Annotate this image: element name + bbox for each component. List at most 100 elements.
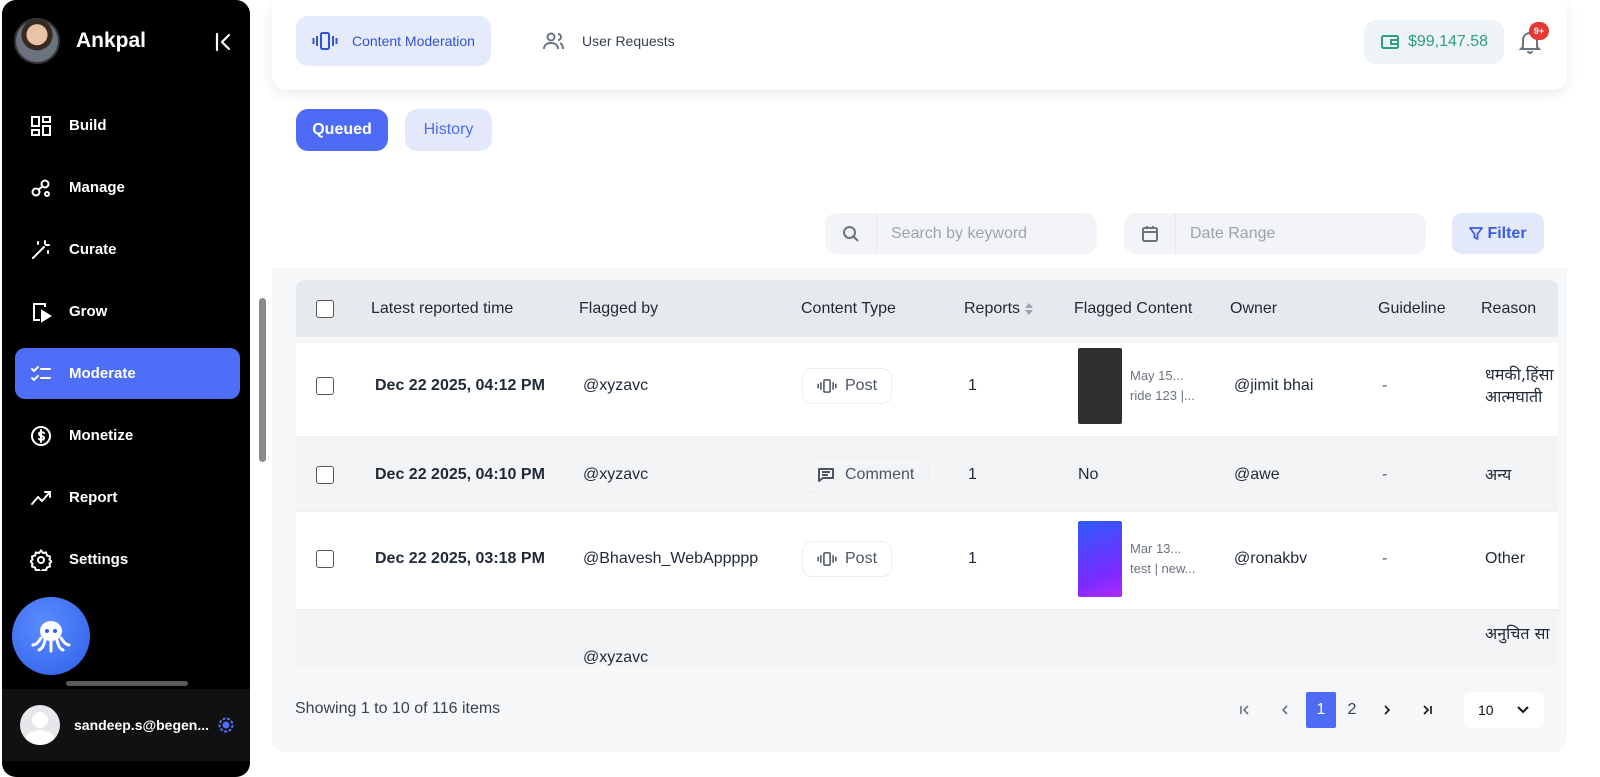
header-reason[interactable]: Reason (1481, 280, 1536, 337)
header-flagged-by[interactable]: Flagged by (579, 280, 658, 337)
filter-button[interactable]: Filter (1452, 213, 1544, 254)
flagged-by[interactable]: @xyzavc (583, 437, 648, 512)
tab-label: User Requests (582, 33, 675, 49)
status-tabs: Queued History (272, 100, 1567, 160)
sidebar-item-grow[interactable]: Grow (15, 286, 240, 337)
content-caption: ride 123 |... (1130, 388, 1195, 403)
content-type-label: Post (845, 550, 878, 567)
octopus-icon (31, 621, 71, 653)
report-count: 1 (968, 377, 977, 394)
content-type-label: Post (845, 377, 878, 394)
wallet-balance[interactable]: $99,147.58 (1364, 20, 1504, 64)
page-button-2[interactable]: 2 (1337, 692, 1367, 728)
header-owner[interactable]: Owner (1230, 280, 1277, 337)
vibrate-icon (817, 550, 837, 568)
reported-time: Dec 22 2025, 04:12 PM (375, 377, 545, 394)
assistant-bot-button[interactable] (12, 597, 90, 675)
owner[interactable]: @jimit bhai (1234, 343, 1313, 429)
table-row[interactable]: Dec 22 2025, 03:18 PM @Bhavesh_WebAppppp… (296, 512, 1558, 610)
chevron-down-icon (1516, 705, 1530, 715)
sidebar-item-manage[interactable]: Manage (15, 162, 240, 213)
tab-queued[interactable]: Queued (296, 109, 388, 151)
date-range-box (1124, 213, 1426, 254)
page-size-value: 10 (1478, 702, 1494, 718)
tab-user-requests[interactable]: User Requests (526, 16, 691, 66)
flagged-content-preview[interactable]: May 15... ride 123 |... (1078, 343, 1195, 429)
sidebar-item-label: Monetize (69, 427, 134, 444)
nodes-icon (29, 176, 53, 200)
content-type-chip: Post (802, 368, 893, 404)
owner[interactable]: @ronakbv (1234, 512, 1307, 606)
sidebar-item-monetize[interactable]: Monetize (15, 410, 240, 461)
reported-time: Dec 22 2025, 04:10 PM (375, 465, 545, 483)
content-thumbnail (1078, 348, 1122, 424)
users-icon (542, 30, 568, 52)
moderation-panel: Filter Latest reported time Flagged by C… (272, 186, 1567, 752)
sidebar-item-curate[interactable]: Curate (15, 224, 240, 275)
sidebar-scrollbar[interactable] (259, 298, 266, 462)
last-page-icon[interactable] (1412, 692, 1442, 728)
collapse-sidebar-icon[interactable] (212, 30, 236, 54)
flagged-by[interactable]: @xyzavc (583, 343, 648, 429)
content-caption: test | new... (1130, 561, 1196, 576)
row-checkbox[interactable] (316, 377, 334, 395)
header-content-type[interactable]: Content Type (801, 280, 896, 337)
table-row[interactable]: @xyzavc अनुचित सा (296, 610, 1558, 666)
tab-label: Content Moderation (352, 33, 475, 49)
content-type-chip: Comment (802, 456, 930, 493)
flagged-by[interactable]: @Bhavesh_WebAppppp (583, 512, 758, 606)
sidebar-item-settings[interactable]: Settings (15, 534, 240, 585)
select-all-checkbox[interactable] (316, 299, 334, 318)
sidebar-item-label: Moderate (69, 365, 136, 382)
row-checkbox[interactable] (316, 550, 334, 568)
reason: अनुचित सा (1485, 624, 1550, 643)
table-row[interactable]: Dec 22 2025, 04:12 PM @xyzavc Post 1 May… (296, 343, 1558, 437)
date-range-input[interactable] (1176, 224, 1376, 243)
page-size-select[interactable]: 10 (1464, 692, 1544, 728)
brand-avatar (14, 18, 60, 64)
wand-icon (29, 238, 53, 262)
report-count: 1 (968, 550, 977, 567)
search-input[interactable] (877, 224, 1077, 243)
table-row[interactable]: Dec 22 2025, 04:10 PM @xyzavc Comment 1 … (296, 437, 1558, 512)
user-profile[interactable]: sandeep.s@begen... (2, 689, 250, 761)
sidebar-item-label: Build (69, 117, 107, 134)
guideline: - (1382, 550, 1388, 567)
header-guideline[interactable]: Guideline (1378, 280, 1446, 337)
row-checkbox[interactable] (316, 465, 334, 484)
checklist-icon (29, 362, 53, 386)
sidebar-item-label: Curate (69, 241, 117, 258)
table-toolbar: Filter (272, 186, 1567, 268)
header-reports-label: Reports (964, 299, 1021, 317)
calendar-icon (1124, 213, 1176, 254)
funnel-icon (1469, 226, 1484, 241)
owner[interactable]: @awe (1234, 437, 1280, 512)
flagged-content-preview[interactable]: Mar 13... test | new... (1078, 512, 1196, 606)
search-icon (825, 213, 877, 254)
reported-time: Dec 22 2025, 03:18 PM (375, 550, 545, 567)
sidebar: Ankpal Build Manage Curate Grow Moderate… (2, 0, 250, 777)
vibrate-icon (817, 377, 837, 395)
chart-line-icon (29, 486, 53, 510)
tab-history[interactable]: History (405, 109, 492, 151)
tab-content-moderation[interactable]: Content Moderation (296, 16, 491, 66)
guideline: - (1382, 377, 1388, 394)
gear-icon (29, 548, 53, 572)
sidebar-item-label: Manage (69, 179, 125, 196)
sidebar-item-moderate[interactable]: Moderate (15, 348, 240, 399)
prev-page-icon[interactable] (1270, 692, 1300, 728)
horizontal-scrollbar[interactable] (66, 681, 188, 686)
header-flagged-content[interactable]: Flagged Content (1074, 280, 1192, 337)
next-page-icon[interactable] (1372, 692, 1402, 728)
header-reports[interactable]: Reports (964, 280, 1034, 337)
sidebar-item-report[interactable]: Report (15, 472, 240, 523)
reason: अन्य (1485, 464, 1512, 484)
first-page-icon[interactable] (1230, 692, 1260, 728)
page-button-1[interactable]: 1 (1306, 692, 1336, 728)
header-time[interactable]: Latest reported time (371, 280, 513, 337)
sort-icon[interactable] (1024, 302, 1034, 316)
flagged-content-text[interactable]: No (1078, 437, 1098, 512)
content-date: Mar 13... (1130, 541, 1182, 556)
flagged-by[interactable]: @xyzavc (583, 648, 648, 666)
sidebar-item-build[interactable]: Build (15, 100, 240, 151)
